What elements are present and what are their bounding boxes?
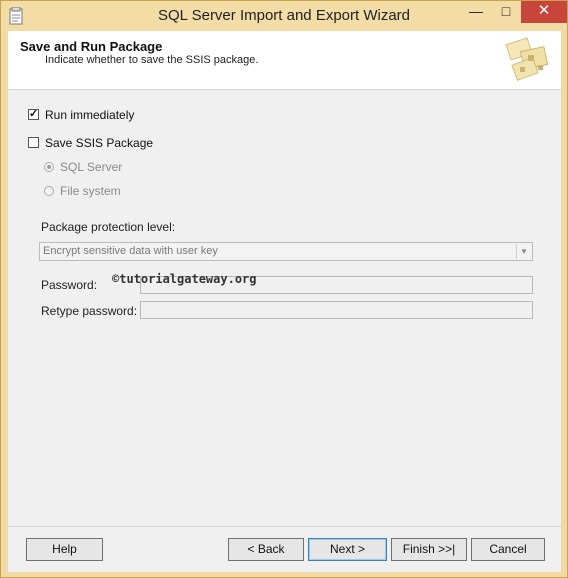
retype-password-field[interactable] xyxy=(140,301,533,319)
cancel-button[interactable]: Cancel xyxy=(471,538,545,561)
protection-level-dropdown[interactable]: Encrypt sensitive data with user key ▼ xyxy=(39,242,533,261)
minimize-button[interactable]: — xyxy=(461,1,491,23)
file-system-label: File system xyxy=(60,184,121,198)
retype-password-label: Retype password: xyxy=(41,304,138,318)
page-title: Save and Run Package xyxy=(20,39,163,54)
footer-divider xyxy=(8,526,561,527)
save-ssis-package-label: Save SSIS Package xyxy=(45,136,154,150)
sql-server-radio[interactable] xyxy=(44,162,54,172)
page-subtitle: Indicate whether to save the SSIS packag… xyxy=(45,54,259,66)
maximize-button[interactable]: □ xyxy=(491,1,521,23)
watermark: ©tutorialgateway.org xyxy=(112,272,257,286)
checkmark-icon: ✓ xyxy=(29,108,39,120)
protection-level-value: Encrypt sensitive data with user key xyxy=(43,245,218,257)
wizard-client-area: Save and Run Package Indicate whether to… xyxy=(8,31,561,572)
help-button[interactable]: Help xyxy=(26,538,103,561)
run-immediately-label: Run immediately xyxy=(45,108,135,122)
password-label: Password: xyxy=(41,278,98,292)
finish-button[interactable]: Finish >>| xyxy=(391,538,467,561)
back-button[interactable]: < Back xyxy=(228,538,304,561)
run-immediately-checkbox[interactable]: ✓ xyxy=(28,108,39,120)
protection-level-label: Package protection level: xyxy=(41,220,176,234)
sql-server-label: SQL Server xyxy=(60,160,123,174)
next-button[interactable]: Next > xyxy=(308,538,387,561)
package-graphic-icon xyxy=(505,37,549,81)
chevron-down-icon[interactable]: ▼ xyxy=(516,244,531,259)
wizard-window: SQL Server Import and Export Wizard — □ … xyxy=(0,0,568,578)
close-button[interactable]: ✕ xyxy=(521,1,567,23)
save-ssis-package-checkbox[interactable] xyxy=(28,137,39,148)
title-bar[interactable]: SQL Server Import and Export Wizard — □ … xyxy=(1,1,567,31)
file-system-radio[interactable] xyxy=(44,186,54,196)
page-header: Save and Run Package Indicate whether to… xyxy=(8,31,561,90)
